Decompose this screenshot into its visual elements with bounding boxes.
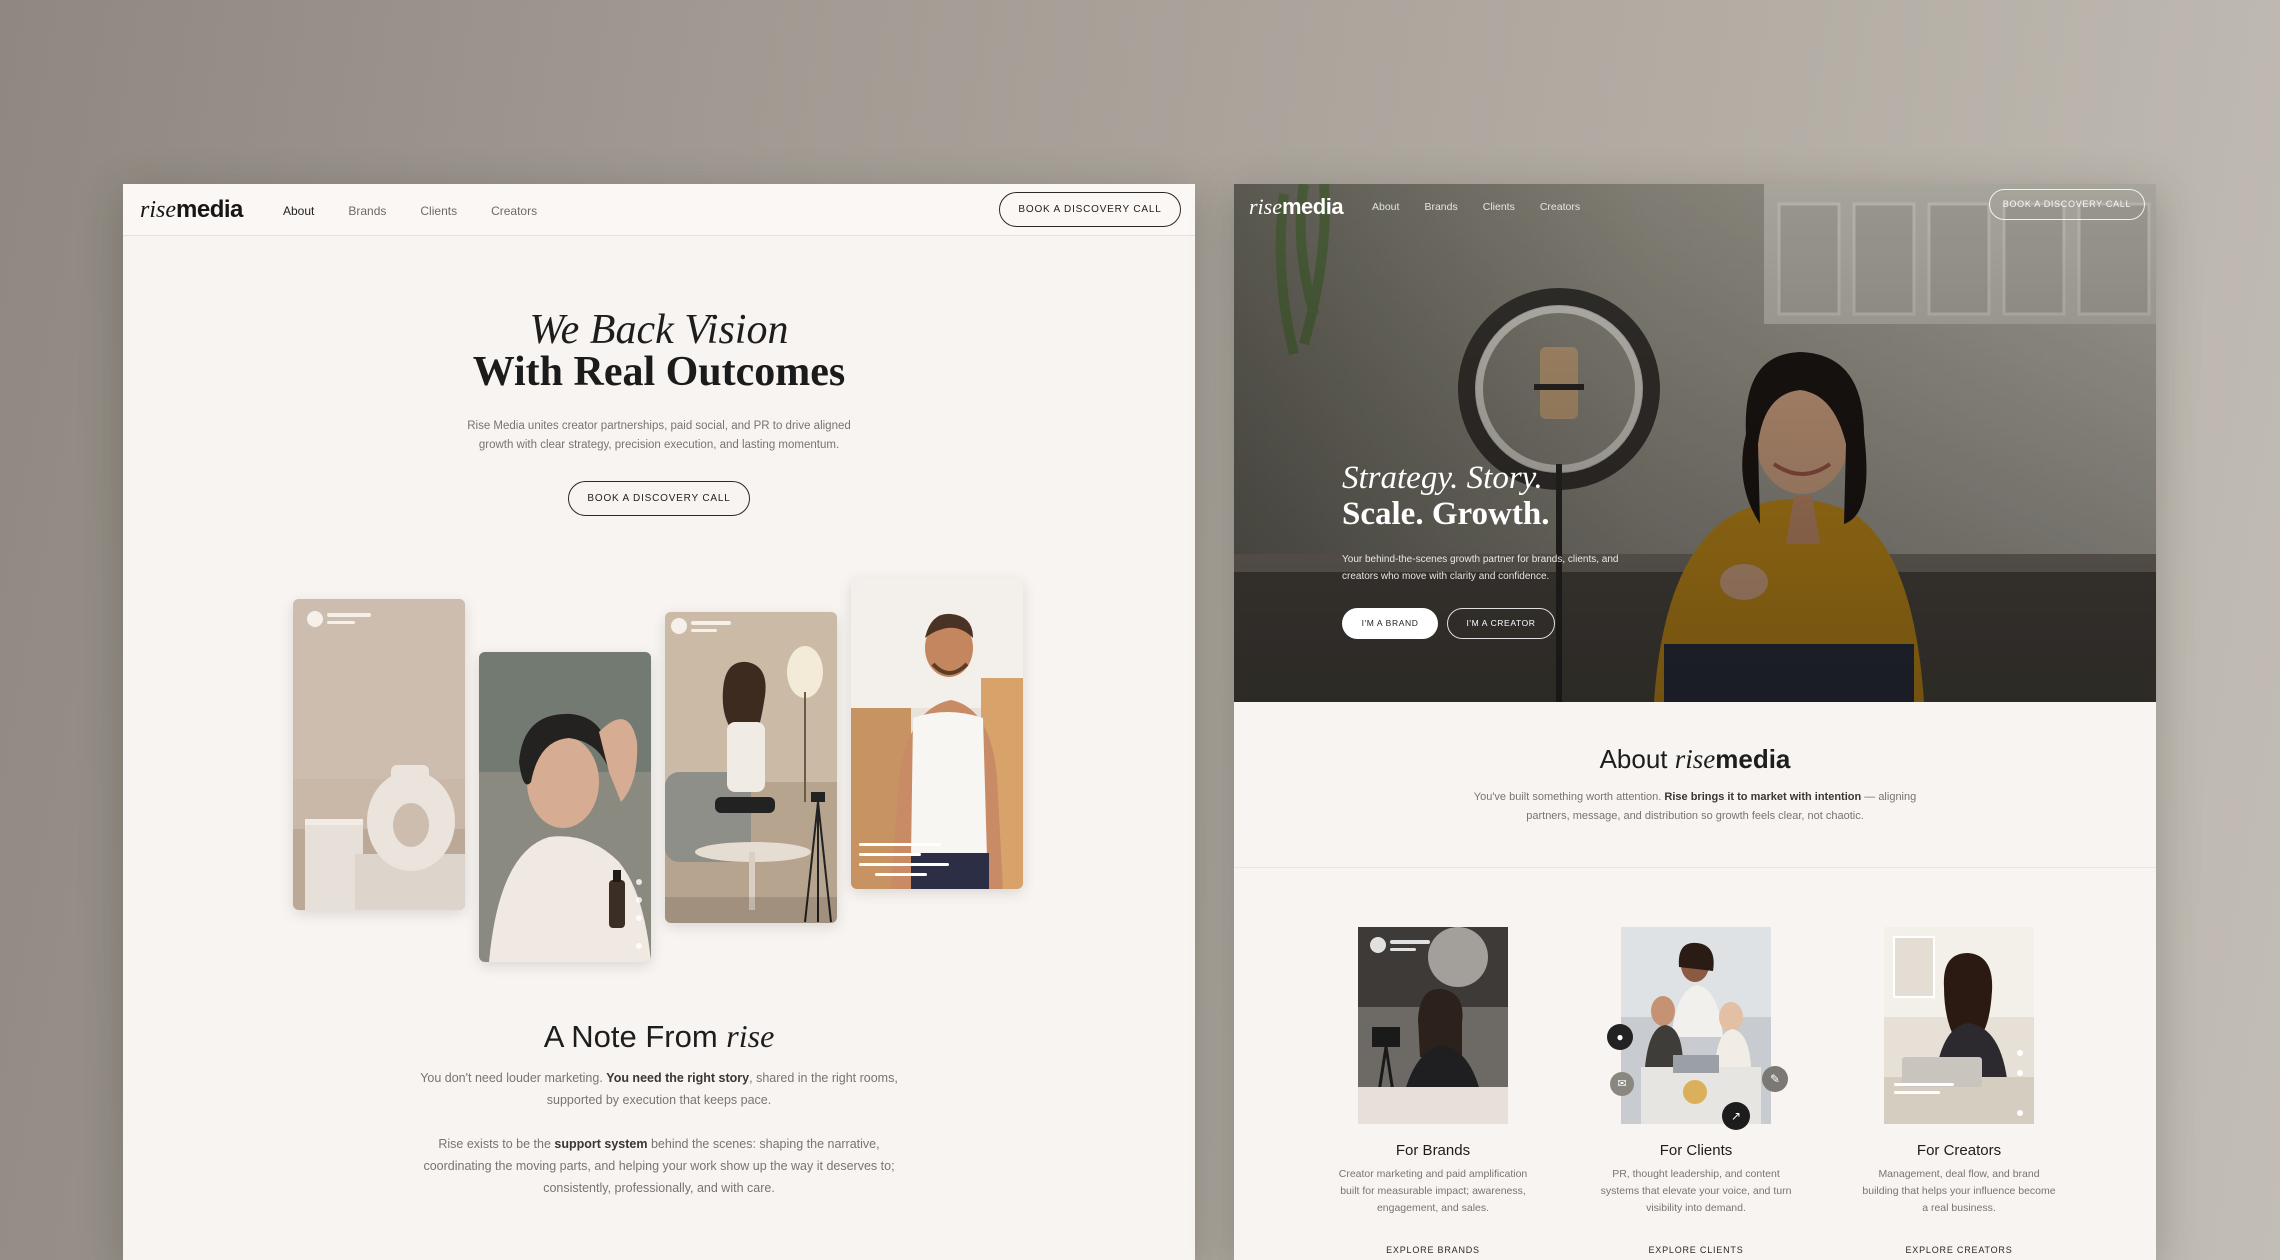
social-card-vase[interactable]: [293, 599, 465, 910]
nav-links: About Brands Clients Creators: [283, 204, 571, 218]
note-p1-text-a: You don't need louder marketing.: [420, 1071, 607, 1085]
feature-desc-creators: Management, deal flow, and brand buildin…: [1862, 1168, 2056, 1214]
social-card-creator[interactable]: [665, 612, 837, 923]
feature-title-creators: For Creators: [1916, 1142, 2002, 1159]
nav-creators[interactable]: Creators: [491, 204, 537, 218]
im-a-brand-button[interactable]: I'M A BRAND: [1342, 608, 1438, 639]
feature-image-clients[interactable]: [1621, 927, 1771, 1124]
note-p2-emphasis: support system: [554, 1137, 648, 1151]
left-screen: risemedia About Brands Clients Creators …: [123, 184, 1195, 1260]
hero-heading-line1: Strategy. Story.: [1342, 460, 1543, 496]
feature-title-brands: For Brands: [1395, 1142, 1471, 1159]
note-title-prefix: A Note From: [543, 1019, 727, 1054]
book-discovery-call-button[interactable]: BOOK A DISCOVERY CALL: [1989, 189, 2145, 220]
chart-icon: ↗: [1722, 1102, 1750, 1130]
im-a-creator-button[interactable]: I'M A CREATOR: [1447, 608, 1555, 639]
explore-creators-link[interactable]: EXPLORE CREATORS: [1849, 1245, 2069, 1255]
logo[interactable]: risemedia: [1249, 194, 1344, 220]
book-discovery-call-button[interactable]: BOOK A DISCOVERY CALL: [999, 192, 1181, 227]
hero-subtitle: Rise Media unites creator partnerships, …: [467, 420, 851, 451]
explore-brands-link[interactable]: EXPLORE BRANDS: [1323, 1245, 1543, 1255]
logo[interactable]: risemedia: [140, 196, 243, 224]
right-screen: risemedia About Brands Clients Creators …: [1234, 184, 2156, 1260]
feature-image-brands[interactable]: [1358, 927, 1508, 1124]
nav-clients[interactable]: Clients: [1483, 201, 1515, 213]
about-title-rise: rise: [1674, 744, 1716, 774]
nav-about[interactable]: About: [283, 204, 314, 218]
social-card-athlete[interactable]: [851, 578, 1023, 889]
feature-desc-brands: Creator marketing and paid amplification…: [1338, 1168, 1528, 1214]
nav-creators[interactable]: Creators: [1540, 201, 1580, 213]
feature-image-creators[interactable]: [1884, 927, 2034, 1124]
note-paragraph-2: Rise exists to be the support system beh…: [409, 1133, 909, 1199]
mic-icon: ●: [1607, 1024, 1633, 1050]
feature-title-clients: For Clients: [1659, 1142, 1733, 1159]
note-title-rise: rise: [726, 1018, 775, 1054]
social-card-skincare[interactable]: [479, 652, 651, 962]
logo-rise: rise: [140, 197, 176, 223]
about-title-prefix: About: [1599, 744, 1675, 774]
note-title: A Note From rise: [123, 1018, 1195, 1055]
navbar-overlay: risemedia About Brands Clients Creators …: [1234, 184, 2156, 232]
about-title-media: media: [1715, 744, 1791, 774]
note-paragraph-1: You don't need louder marketing. You nee…: [409, 1067, 909, 1111]
logo-media: media: [176, 196, 243, 223]
about-emphasis: Rise brings it to market with intention: [1664, 791, 1862, 803]
logo-rise: rise: [1249, 194, 1282, 219]
hero-book-call-button[interactable]: BOOK A DISCOVERY CALL: [568, 481, 750, 516]
note-p2-text-a: Rise exists to be the: [438, 1137, 555, 1151]
logo-media: media: [1282, 194, 1344, 219]
section-divider: [1234, 867, 2156, 868]
about-title: About risemedia: [1234, 744, 2156, 775]
hero-heading-line1: We Back Vision: [529, 307, 789, 353]
hero-subtitle: Your behind-the-scenes growth partner fo…: [1342, 554, 1619, 582]
hero-heading-line2: Scale. Growth.: [1342, 496, 1550, 532]
nav-links: About Brands Clients Creators: [1372, 201, 1605, 213]
nav-brands[interactable]: Brands: [1424, 201, 1457, 213]
pen-icon: ✎: [1762, 1066, 1788, 1092]
navbar: risemedia About Brands Clients Creators …: [123, 184, 1195, 236]
nav-brands[interactable]: Brands: [348, 204, 386, 218]
explore-clients-link[interactable]: EXPLORE CLIENTS: [1586, 1245, 1806, 1255]
nav-about[interactable]: About: [1372, 201, 1399, 213]
feature-desc-clients: PR, thought leadership, and content syst…: [1600, 1168, 1792, 1214]
note-p1-emphasis: You need the right story: [606, 1071, 750, 1085]
about-text-a: You've built something worth attention.: [1473, 791, 1665, 803]
about-paragraph: You've built something worth attention. …: [1470, 788, 1920, 826]
mail-icon: ✉: [1610, 1072, 1634, 1096]
nav-clients[interactable]: Clients: [420, 204, 457, 218]
hero-heading-line2: With Real Outcomes: [472, 349, 846, 395]
